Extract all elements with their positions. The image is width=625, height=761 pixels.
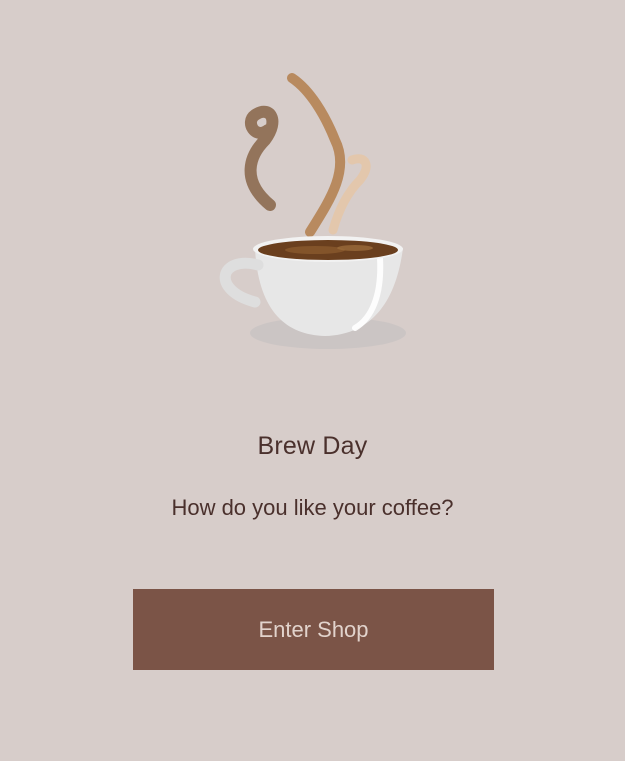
enter-shop-button-label: Enter Shop — [258, 616, 369, 642]
coffee-cup-icon — [200, 60, 425, 360]
enter-shop-button[interactable]: Enter Shop — [133, 589, 494, 670]
welcome-screen: Brew Day How do you like your coffee? En… — [0, 0, 625, 761]
app-subtitle: How do you like your coffee? — [171, 495, 454, 520]
app-title: Brew Day — [257, 432, 368, 460]
